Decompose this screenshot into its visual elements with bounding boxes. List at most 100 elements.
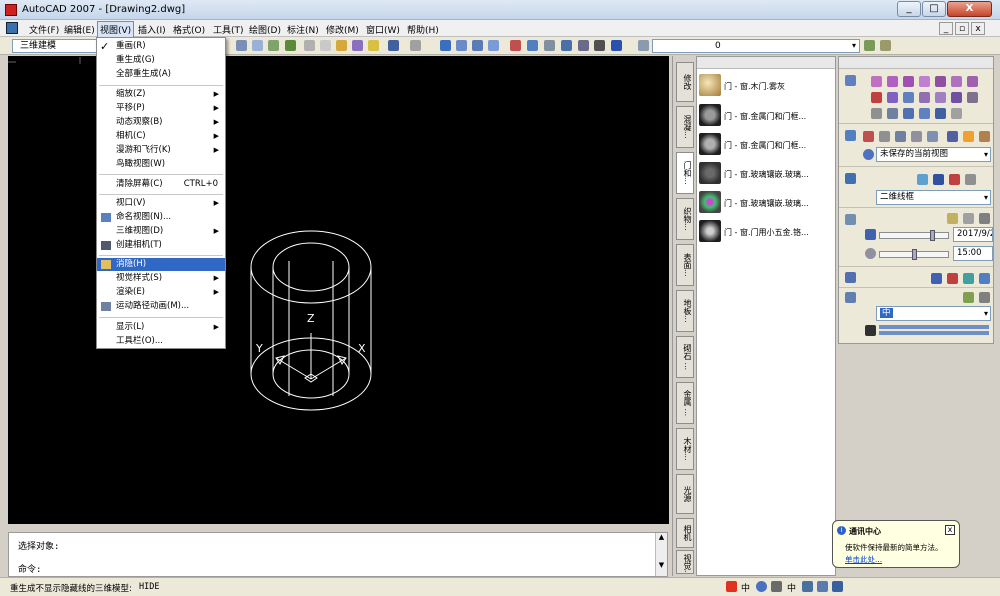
cylinder-icon[interactable] (903, 76, 914, 87)
menu-item-regen[interactable]: 重生成(G) (97, 54, 225, 67)
date-slider-thumb[interactable] (930, 230, 935, 241)
tab-lights[interactable]: 光源 (676, 474, 694, 514)
camera-tool-icon[interactable] (947, 131, 958, 142)
sheet-set-icon[interactable] (561, 40, 572, 51)
menu-item-walk-fly[interactable]: 漫游和飞行(K) ▶ (97, 144, 225, 157)
box-icon[interactable] (871, 76, 882, 87)
redo-icon[interactable] (410, 40, 421, 51)
visual-style-combo[interactable]: 二维线框 ▾ (876, 190, 991, 205)
close-button[interactable]: X (947, 1, 992, 17)
material-item[interactable]: 门 - 窗.门用小五金.铬... (697, 219, 835, 245)
walk-icon[interactable] (911, 131, 922, 142)
subtract-icon[interactable] (887, 108, 898, 119)
tab-flooring[interactable]: 地板... (676, 290, 694, 332)
print-icon[interactable] (236, 40, 247, 51)
menu-item-orbit[interactable]: 动态观察(B) ▶ (97, 116, 225, 129)
time-slider-thumb[interactable] (912, 249, 917, 260)
preview-icon[interactable] (252, 40, 263, 51)
zoom-realtime-icon[interactable] (456, 40, 467, 51)
menu-format[interactable]: 格式(O) (171, 22, 207, 37)
zoom-window-icon[interactable] (472, 40, 483, 51)
sun-properties-icon[interactable] (963, 213, 974, 224)
menu-item-clean-screen[interactable]: 清除屏幕(C) CTRL+0 (97, 178, 225, 191)
markup-icon[interactable] (578, 40, 589, 51)
polysolid-icon[interactable] (871, 92, 882, 103)
layer-combo[interactable]: 0 ▾ (652, 39, 860, 53)
view-combo[interactable]: 未保存的当前视图 ▾ (876, 147, 991, 162)
hidden-style-icon[interactable] (949, 174, 960, 185)
material-apply-icon[interactable] (931, 273, 942, 284)
sweep-icon[interactable] (919, 92, 930, 103)
slice-icon[interactable] (967, 92, 978, 103)
perspective-projection-icon[interactable] (979, 131, 990, 142)
pan-tool-icon[interactable] (863, 131, 874, 142)
match-properties-icon[interactable] (352, 40, 363, 51)
render-cancel-icon[interactable] (865, 325, 876, 336)
menu-item-zoom[interactable]: 缩放(Z) ▶ (97, 88, 225, 101)
material-item[interactable]: 门 - 窗.金属门和门框... (697, 103, 835, 129)
menu-file[interactable]: 文件(F) (27, 22, 61, 37)
balloon-link[interactable]: 单击此处... (845, 554, 882, 565)
loft-icon[interactable] (951, 92, 962, 103)
thicken-icon[interactable] (951, 108, 962, 119)
parallel-projection-icon[interactable] (963, 131, 974, 142)
undo-icon[interactable] (388, 40, 399, 51)
scroll-up-icon[interactable]: ▲ (656, 533, 667, 541)
render-settings-icon[interactable] (979, 292, 990, 303)
balloon-close-button[interactable]: x (945, 525, 955, 535)
tab-wood[interactable]: 木材... (676, 428, 694, 470)
doc-minimize-button[interactable]: _ (939, 22, 953, 35)
light-list-icon[interactable] (979, 213, 990, 224)
ime-mode-label[interactable]: 中 (741, 581, 750, 594)
menu-item-camera[interactable]: 相机(C) ▶ (97, 130, 225, 143)
doc-restore-button[interactable]: ▫ (955, 22, 969, 35)
tab-masonry[interactable]: 砌石 ... (676, 336, 694, 378)
block-editor-icon[interactable] (368, 40, 379, 51)
visual-styles-icon[interactable] (845, 173, 856, 184)
layer-manager-icon[interactable] (638, 40, 649, 51)
punctuation-icon[interactable] (756, 581, 767, 592)
imprint-icon[interactable] (935, 108, 946, 119)
pan-icon[interactable] (440, 40, 451, 51)
conceptual-style-icon[interactable] (933, 174, 944, 185)
date-slider[interactable] (879, 230, 949, 241)
tool-palettes-icon[interactable] (544, 40, 555, 51)
chevron-down-icon[interactable]: ▾ (984, 148, 988, 161)
render-quality-combo[interactable]: 中 ▾ (876, 306, 991, 321)
materials-window-icon[interactable] (979, 273, 990, 284)
menu-modify[interactable]: 修改(M) (324, 22, 361, 37)
presspull-icon[interactable] (903, 92, 914, 103)
union-icon[interactable] (871, 108, 882, 119)
zoom-previous-icon[interactable] (488, 40, 499, 51)
menu-item-hide[interactable]: 消隐(H) (97, 258, 225, 271)
cut-icon[interactable] (304, 40, 315, 51)
menu-edit[interactable]: 编辑(E) (62, 22, 97, 37)
chevron-down-icon[interactable]: ▾ (984, 191, 988, 204)
command-prompt[interactable]: 命令: (18, 562, 41, 575)
fly-icon[interactable] (927, 131, 938, 142)
style-manager-icon[interactable] (965, 174, 976, 185)
zoom-tool-icon[interactable] (879, 131, 890, 142)
sun-status-icon[interactable] (947, 213, 958, 224)
menu-item-3d-views[interactable]: 三维视图(D) ▶ (97, 225, 225, 238)
menu-item-regen-all[interactable]: 全部重生成(A) (97, 68, 225, 81)
chevron-down-icon[interactable]: ▾ (852, 40, 856, 52)
layer-previous-icon[interactable] (880, 40, 891, 51)
menu-item-redraw[interactable]: ✓ 重画(R) (97, 40, 225, 53)
revolve-icon[interactable] (935, 92, 946, 103)
3d-dwf-icon[interactable] (285, 40, 296, 51)
tab-concrete[interactable]: 混凝... (676, 106, 694, 148)
menu-item-aerial-view[interactable]: 鸟瞰视图(W) (97, 158, 225, 171)
properties-icon[interactable] (510, 40, 521, 51)
copy-icon[interactable] (320, 40, 331, 51)
menu-item-render[interactable]: 渲染(E) ▶ (97, 286, 225, 299)
command-window[interactable]: 选择对象: 命令: ▲ ▼ (8, 532, 668, 577)
command-scrollbar[interactable]: ▲ ▼ (655, 533, 667, 576)
menu-item-visual-styles[interactable]: 视觉样式(S) ▶ (97, 272, 225, 285)
intersect-icon[interactable] (903, 108, 914, 119)
tab-surface[interactable]: 表面... (676, 244, 694, 286)
maximize-button[interactable]: □ (922, 1, 946, 17)
menu-item-viewports[interactable]: 视口(V) ▶ (97, 197, 225, 210)
menu-item-toolbars[interactable]: 工具栏(O)... (97, 335, 225, 348)
material-item[interactable]: 门 - 窗.玻璃镶嵌.玻璃... (697, 161, 835, 187)
